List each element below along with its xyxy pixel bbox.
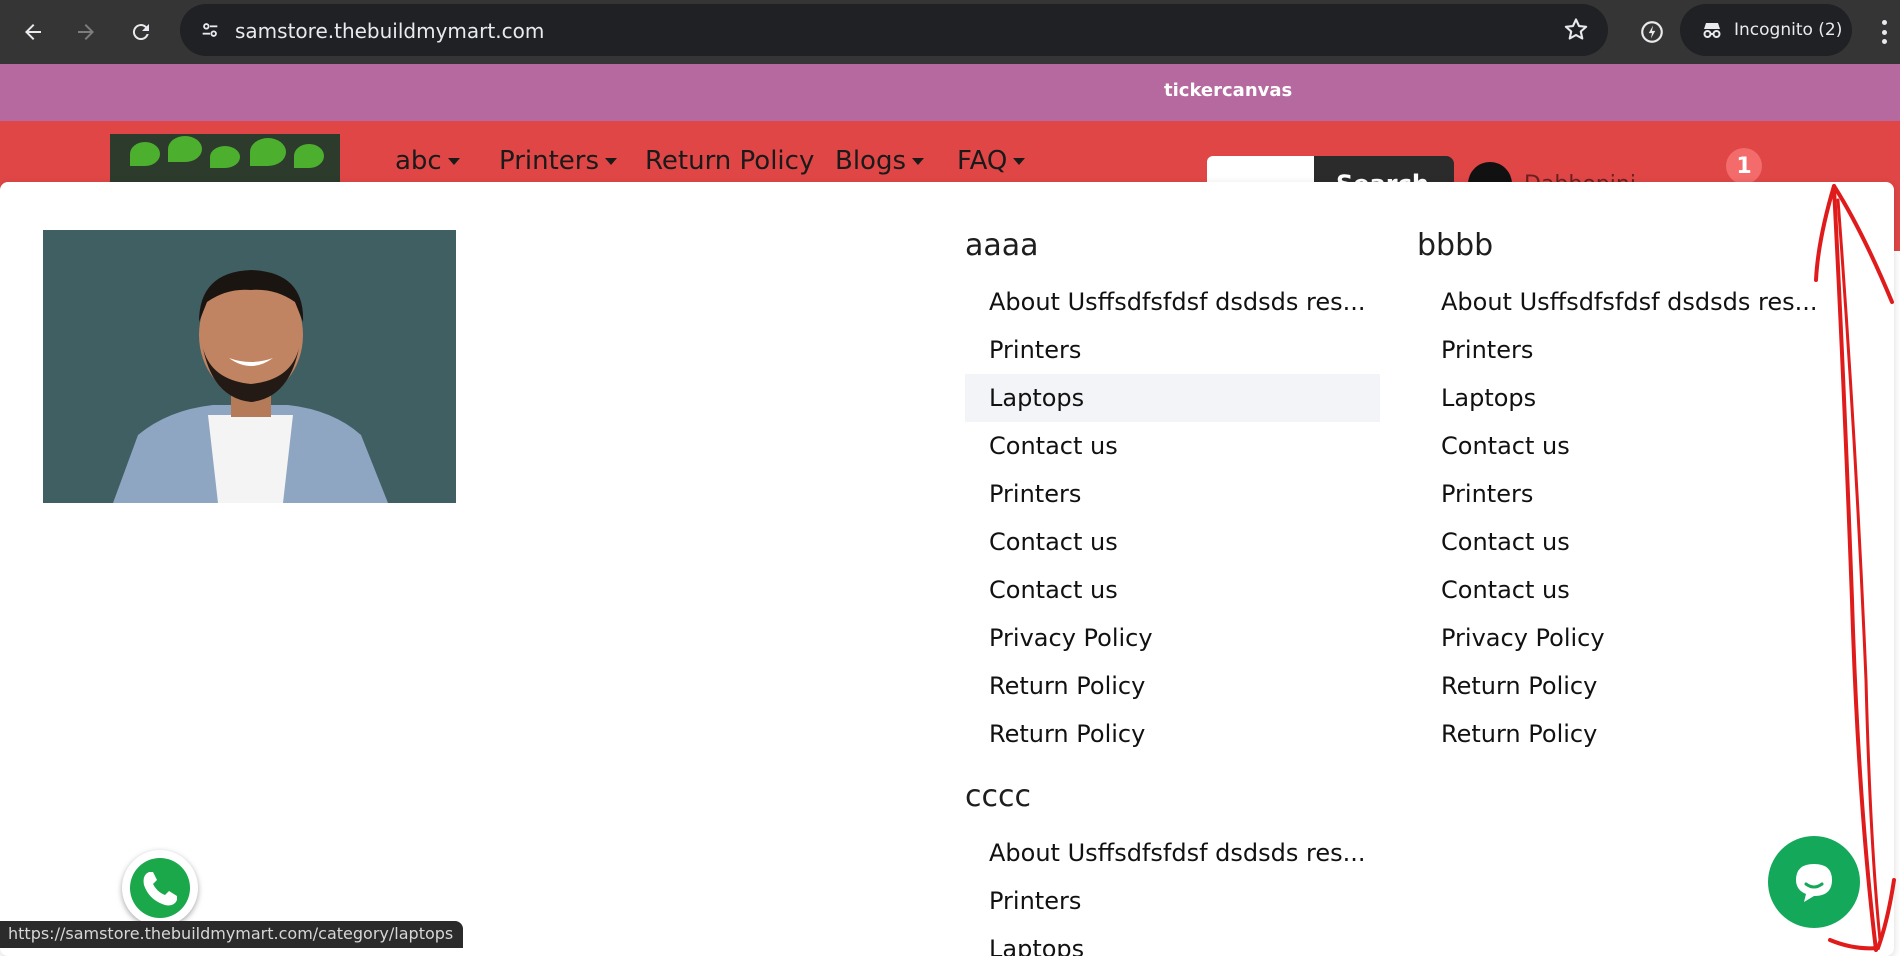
menu-link[interactable]: Privacy Policy — [1417, 614, 1832, 662]
nav-printers[interactable]: Printers — [499, 146, 645, 176]
menu-link[interactable]: Return Policy — [965, 710, 1380, 758]
menu-link[interactable]: Laptops — [1417, 374, 1832, 422]
reload-icon — [132, 24, 149, 41]
menu-link[interactable]: About Usffsdfsfdsf dsdsds res... — [1417, 278, 1832, 326]
incognito-label: Incognito (2) — [1734, 20, 1843, 40]
site-logo[interactable] — [110, 134, 340, 182]
whatsapp-icon — [130, 858, 190, 918]
menu-link[interactable]: Contact us — [965, 566, 1380, 614]
incognito-indicator[interactable]: Incognito (2) — [1680, 4, 1852, 56]
cart-count-badge[interactable]: 1 — [1726, 148, 1762, 184]
url-text[interactable]: samstore.thebuildmymart.com — [235, 19, 544, 43]
nav-abc[interactable]: abc — [395, 146, 499, 176]
nav-blogs[interactable]: Blogs — [835, 146, 957, 176]
browser-toolbar: samstore.thebuildmymart.com Incognito (2… — [0, 0, 1900, 64]
menu-link[interactable]: Contact us — [1417, 566, 1832, 614]
menu-link[interactable]: Return Policy — [1417, 710, 1832, 758]
column-title-bbbb: bbbb — [1417, 228, 1494, 263]
ticker-bar: tickercanvas — [0, 64, 1900, 121]
mega-menu-panel: aaaa About Usffsdfsfdsf dsdsds res... Pr… — [0, 182, 1894, 956]
arrow-right-icon — [78, 24, 94, 40]
whatsapp-button[interactable] — [122, 850, 198, 926]
reload-button[interactable] — [117, 8, 165, 56]
column-title-cccc: cccc — [965, 779, 1031, 814]
site-settings-icon[interactable] — [194, 14, 226, 46]
menu-link[interactable]: Privacy Policy — [965, 614, 1380, 662]
caret-down-icon — [1013, 157, 1026, 165]
arrow-left-icon — [25, 24, 41, 40]
menu-link[interactable]: Contact us — [1417, 518, 1832, 566]
bookmark-star-icon[interactable] — [1562, 16, 1590, 44]
performance-icon[interactable] — [1632, 12, 1672, 52]
caret-down-icon — [912, 157, 925, 165]
menu-link[interactable]: Contact us — [1417, 422, 1832, 470]
menu-link-laptops-hovered[interactable]: Laptops — [965, 374, 1380, 422]
back-button[interactable] — [9, 8, 57, 56]
chat-widget-button[interactable] — [1768, 836, 1860, 928]
column-title-aaaa: aaaa — [965, 228, 1039, 263]
main-nav: abc Printers Return Policy Blogs FAQ — [395, 146, 1047, 176]
menu-link[interactable]: Return Policy — [965, 662, 1380, 710]
menu-link[interactable]: About Usffsdfsfdsf dsdsds res... — [965, 829, 1380, 877]
incognito-icon — [1703, 23, 1721, 38]
promo-photo[interactable] — [43, 230, 456, 503]
menu-link[interactable]: Printers — [1417, 470, 1832, 518]
menu-link[interactable]: Contact us — [965, 422, 1380, 470]
address-bar[interactable]: samstore.thebuildmymart.com — [180, 4, 1608, 56]
caret-down-icon — [605, 157, 618, 165]
chat-icon — [1796, 864, 1832, 902]
ticker-text: tickercanvas — [1164, 80, 1293, 101]
nav-return-policy[interactable]: Return Policy — [645, 146, 835, 176]
caret-down-icon — [447, 157, 460, 165]
nav-faq[interactable]: FAQ — [957, 146, 1047, 176]
menu-link[interactable]: Laptops — [965, 925, 1380, 956]
menu-link[interactable]: Contact us — [965, 518, 1380, 566]
status-bar-url: https://samstore.thebuildmymart.com/cate… — [0, 921, 464, 948]
browser-menu-icon[interactable] — [1872, 14, 1896, 50]
menu-link[interactable]: Printers — [965, 470, 1380, 518]
menu-link[interactable]: Return Policy — [1417, 662, 1832, 710]
menu-link[interactable]: Printers — [1417, 326, 1832, 374]
menu-link[interactable]: Printers — [965, 877, 1380, 925]
forward-button[interactable] — [62, 8, 110, 56]
menu-link[interactable]: About Usffsdfsfdsf dsdsds res... — [965, 278, 1380, 326]
menu-link[interactable]: Printers — [965, 326, 1380, 374]
